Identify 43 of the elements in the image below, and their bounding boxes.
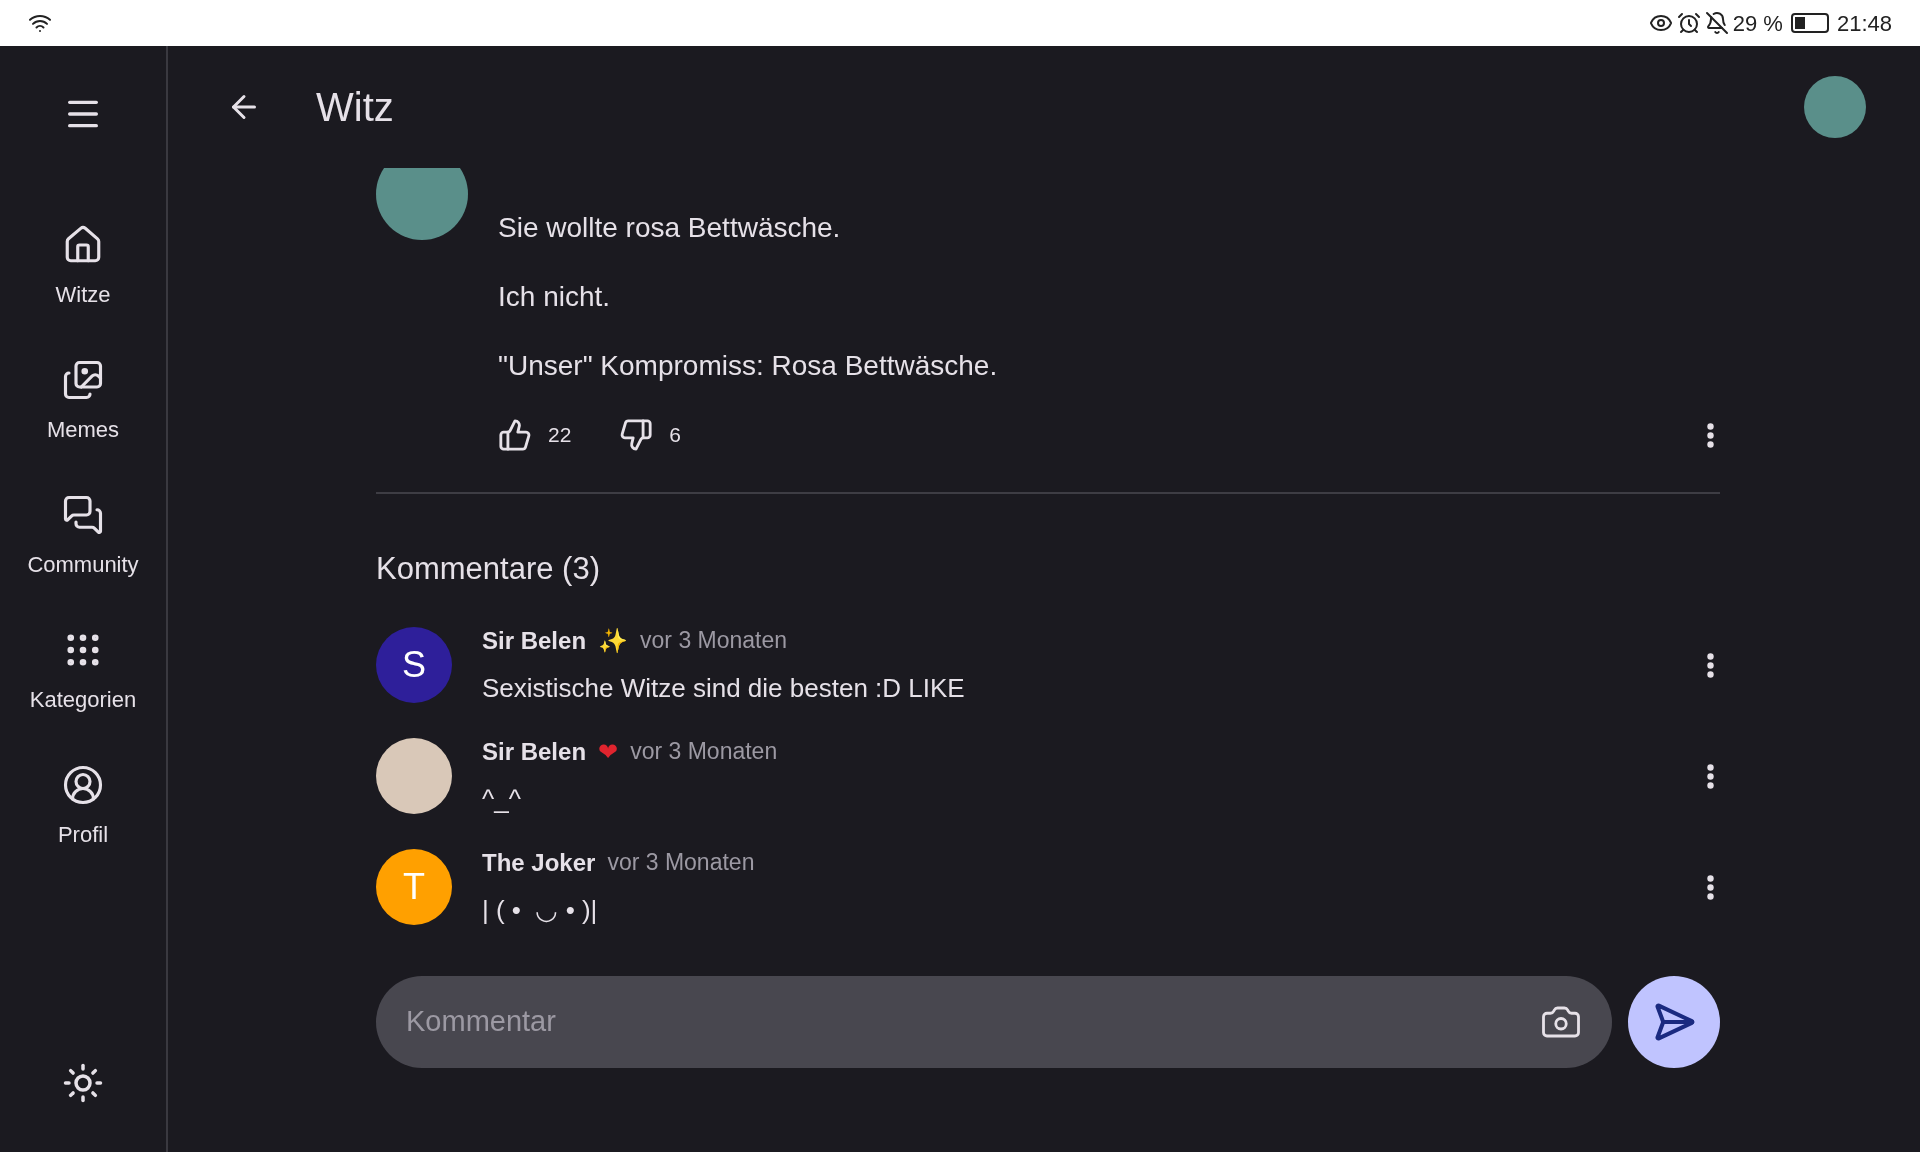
comments-heading: Kommentare (3) <box>376 550 601 588</box>
author-emoji: ✨ <box>598 625 629 657</box>
more-button[interactable] <box>1707 763 1714 789</box>
alarm-icon <box>1676 11 1701 35</box>
comment-input[interactable]: Kommentar <box>406 999 1540 1044</box>
comment-text: | ( • ◡ • )| <box>482 893 599 927</box>
more-button[interactable] <box>1707 874 1714 900</box>
more-icon <box>1707 422 1714 448</box>
more-button[interactable] <box>1707 652 1714 678</box>
author-emoji: ❤ <box>598 736 619 768</box>
comment-time: vor 3 Monaten <box>607 848 755 878</box>
letter-avatar: S <box>376 627 452 703</box>
nav-item[interactable]: Kategorien <box>8 625 158 720</box>
comment-time: vor 3 Monaten <box>630 737 778 767</box>
comment-field[interactable]: Kommentar <box>376 975 1612 1068</box>
joke-text: Sie wollte rosa Bettwäsche. <box>498 211 842 244</box>
comment-author: The Joker <box>482 847 596 878</box>
bell-off-icon <box>1704 11 1729 35</box>
like-button[interactable]: 22 <box>498 418 572 452</box>
joke-text: "Unser" Kompromiss: Rosa Bettwäsche. <box>498 349 999 382</box>
nav-item[interactable]: Profil <box>8 760 158 855</box>
nav-icon <box>62 764 104 806</box>
more-icon <box>1707 652 1714 678</box>
battery-icon <box>1790 13 1829 33</box>
letter-avatar: T <box>376 849 452 925</box>
page-title: Witz <box>316 84 394 131</box>
more-button[interactable] <box>1707 422 1714 448</box>
nav-icon <box>62 494 104 536</box>
more-icon <box>1707 763 1714 789</box>
comment-text: Sexistische Witze sind die besten :D LIKE <box>482 671 966 705</box>
dislike-button[interactable]: 6 <box>619 418 682 452</box>
nav-item[interactable]: Memes <box>8 355 158 450</box>
battery-percent: 29 % <box>1732 9 1783 38</box>
more-icon <box>1707 874 1714 900</box>
joke-text: Ich nicht. <box>498 280 612 313</box>
nav-item[interactable]: Community <box>8 490 158 585</box>
comment-author: Sir Belen <box>482 625 587 656</box>
nav-icon <box>62 359 104 401</box>
comment-text: ^_^ <box>482 782 522 816</box>
comment-author: Sir Belen <box>482 736 587 767</box>
clock: 21:48 <box>1836 9 1892 38</box>
nav-item[interactable]: Witze <box>8 220 158 315</box>
comment-time: vor 3 Monaten <box>640 626 788 656</box>
